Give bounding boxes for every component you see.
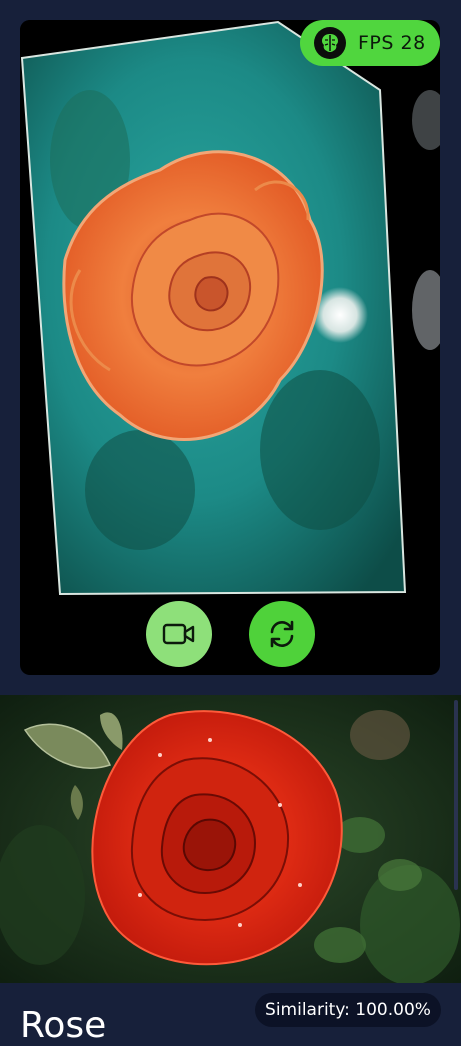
switch-camera-button[interactable] xyxy=(249,601,315,667)
fps-badge: FPS 28 xyxy=(300,20,440,66)
scrollbar[interactable] xyxy=(454,700,458,890)
camera-feed xyxy=(20,20,440,620)
switch-camera-icon xyxy=(270,620,294,648)
video-camera-icon xyxy=(162,623,195,645)
similarity-badge: Similarity: 100.00% xyxy=(255,993,441,1027)
brain-icon xyxy=(314,27,346,59)
camera-panel: FPS 28 xyxy=(20,20,440,675)
fps-label: FPS 28 xyxy=(358,32,426,54)
result-title: Rose xyxy=(20,1005,107,1046)
result-image xyxy=(0,695,461,983)
record-video-button[interactable] xyxy=(146,601,212,667)
